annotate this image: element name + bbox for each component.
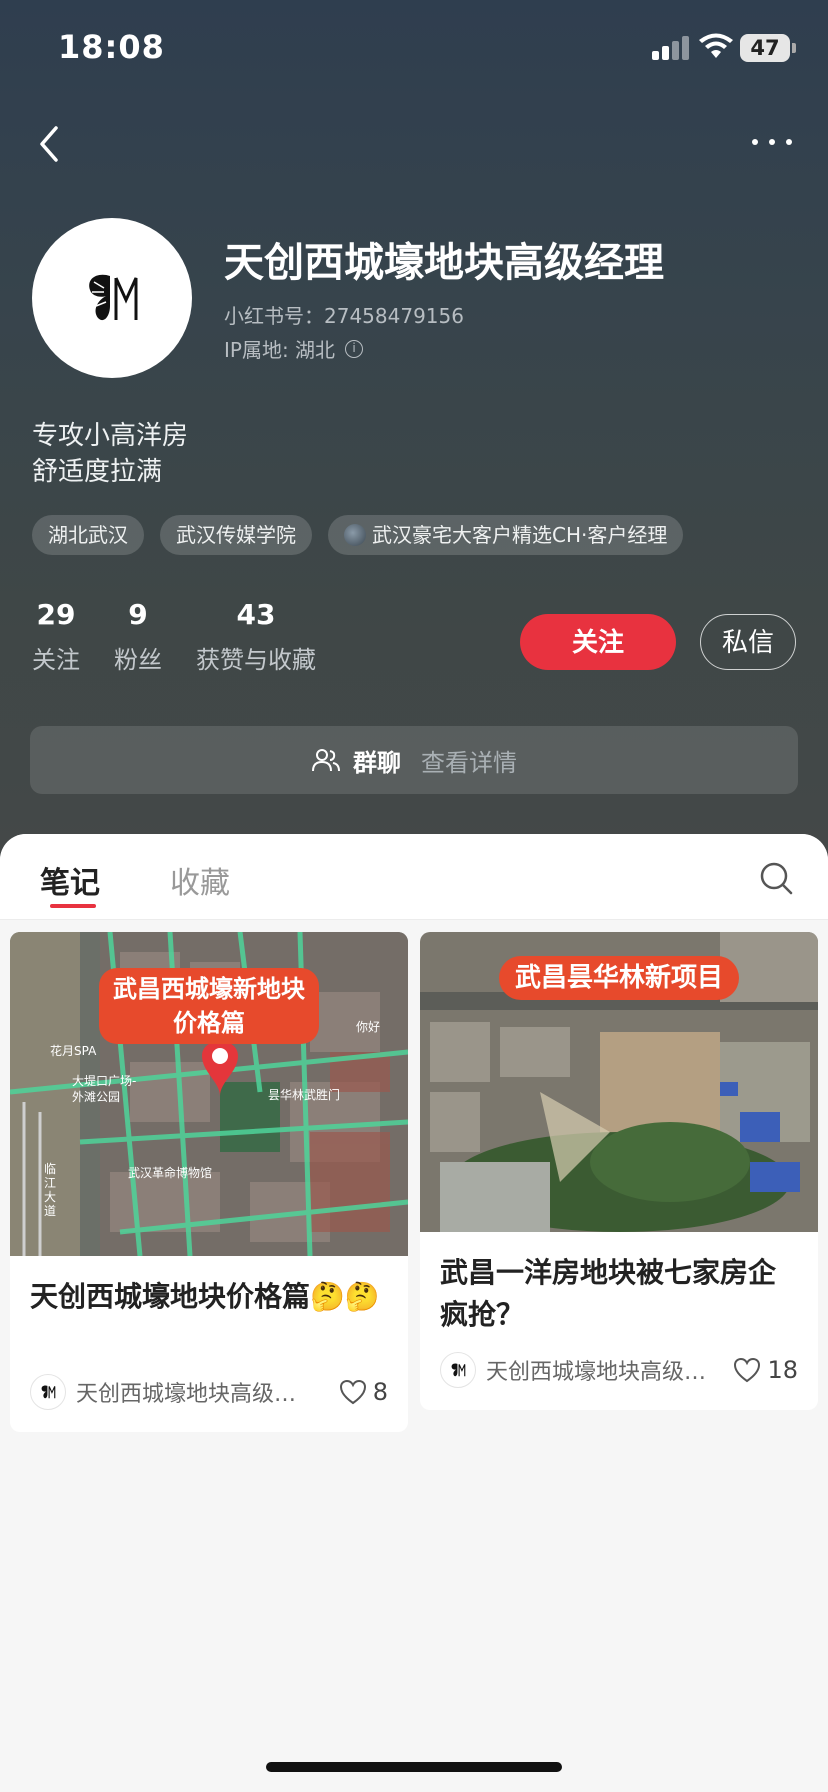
note-footer: 天创西城壕地块高级… 18	[440, 1350, 798, 1390]
like-button[interactable]: 8	[339, 1378, 388, 1406]
group-title: 群聊	[353, 748, 401, 777]
stat-number: 43	[236, 598, 276, 631]
stat-number: 9	[128, 598, 148, 631]
map-label: 大堤口广场-	[72, 1074, 137, 1088]
wifi-icon	[699, 33, 733, 58]
stat-following[interactable]: 29 关注	[32, 598, 80, 675]
ip-location-text: IP属地: 湖北	[224, 338, 336, 362]
tag-location[interactable]: 湖北武汉	[32, 515, 144, 555]
note-footer: 天创西城壕地块高级… 8	[30, 1372, 388, 1412]
bio-line: 舒适度拉满	[32, 457, 163, 487]
stat-number: 29	[36, 598, 76, 631]
map-label: 外滩公园	[72, 1090, 121, 1104]
group-detail: 查看详情	[421, 748, 517, 777]
butterfly-logo-icon	[41, 1385, 56, 1399]
message-button[interactable]: 私信	[700, 614, 796, 670]
group-chat-bar[interactable]: 群聊 查看详情	[30, 726, 798, 794]
note-title: 武昌一洋房地块被七家房企疯抢？	[440, 1256, 777, 1331]
back-icon[interactable]	[30, 118, 70, 170]
stat-label: 粉丝	[114, 646, 162, 674]
cover-banner: 武昌昙华林新项目	[498, 956, 740, 1000]
author-avatar[interactable]	[30, 1374, 66, 1410]
stat-likes[interactable]: 43 获赞与收藏	[196, 598, 316, 675]
notes-panel: 笔记 收藏 武昌西城壕新地块 价格篇 花月SPA 大堤口广场- 外滩公园 武汉革…	[0, 834, 828, 1792]
note-card[interactable]: 武昌昙华林新项目 武昌一洋房地块被七家房企疯抢？ 天创西城壕地块高级… 18	[420, 932, 818, 1410]
stat-label: 关注	[32, 646, 80, 674]
author-name[interactable]: 天创西城壕地块高级…	[486, 1354, 726, 1386]
stat-label: 获赞与收藏	[196, 646, 316, 674]
search-icon[interactable]	[758, 860, 794, 896]
map-label: 花月SPA	[50, 1044, 97, 1058]
tag-company[interactable]: 武汉豪宅大客户精选CH·客户经理	[328, 515, 684, 555]
author-name[interactable]: 天创西城壕地块高级…	[76, 1376, 316, 1408]
cover-banner: 武昌西城壕新地块 价格篇	[99, 968, 319, 1044]
active-tab-indicator	[50, 904, 96, 908]
map-label: 临江大道	[44, 1162, 57, 1218]
like-button[interactable]: 18	[733, 1356, 798, 1384]
butterfly-logo-icon	[89, 274, 138, 321]
home-indicator[interactable]	[266, 1762, 562, 1772]
status-time: 18:08	[58, 28, 165, 66]
signal-icon	[652, 36, 692, 60]
profile-name: 天创西城壕地块高级经理	[224, 240, 664, 286]
bio-line: 专攻小高洋房	[32, 421, 189, 451]
follow-button[interactable]: 关注	[520, 614, 676, 670]
note-card[interactable]: 武昌西城壕新地块 价格篇 花月SPA 大堤口广场- 外滩公园 武汉革命博物馆 昙…	[10, 932, 408, 1432]
battery-indicator: 47	[740, 34, 790, 62]
battery-tip	[792, 43, 796, 53]
avatar[interactable]	[32, 218, 192, 378]
map-label: 你好	[356, 1020, 381, 1034]
note-cover-image: 武昌昙华林新项目	[420, 932, 818, 1232]
bio: 专攻小高洋房 舒适度拉满	[32, 418, 188, 490]
heart-icon	[339, 1379, 366, 1405]
tag-school[interactable]: 武汉传媒学院	[160, 515, 312, 555]
ip-location: IP属地: 湖北 i	[224, 334, 364, 363]
butterfly-logo-icon	[451, 1363, 466, 1377]
author-avatar[interactable]	[440, 1352, 476, 1388]
info-icon[interactable]: i	[345, 339, 364, 358]
map-label: 武汉革命博物馆	[128, 1166, 213, 1180]
profile-stats: 29 关注 9 粉丝 43 获赞与收藏	[32, 598, 316, 675]
note-title: 天创西城壕地块价格篇🤔🤔	[30, 1280, 380, 1313]
red-id[interactable]: 小红书号：27458479156	[224, 300, 464, 329]
stat-followers[interactable]: 9 粉丝	[114, 598, 162, 675]
note-cover-image: 武昌西城壕新地块 价格篇 花月SPA 大堤口广场- 外滩公园 武汉革命博物馆 昙…	[10, 932, 408, 1256]
tab-favorites[interactable]: 收藏	[170, 858, 230, 902]
group-icon	[312, 749, 340, 772]
more-icon[interactable]	[742, 122, 802, 162]
heart-icon	[734, 1357, 761, 1383]
like-count: 8	[372, 1378, 388, 1406]
company-thumb-icon	[344, 524, 366, 546]
profile-tags: 湖北武汉 武汉传媒学院 武汉豪宅大客户精选CH·客户经理	[32, 515, 684, 555]
map-label: 昙华林武胜门	[268, 1088, 341, 1102]
tabs-bar: 笔记 收藏	[0, 834, 828, 920]
tab-notes[interactable]: 笔记	[40, 858, 100, 902]
like-count: 18	[767, 1356, 798, 1384]
